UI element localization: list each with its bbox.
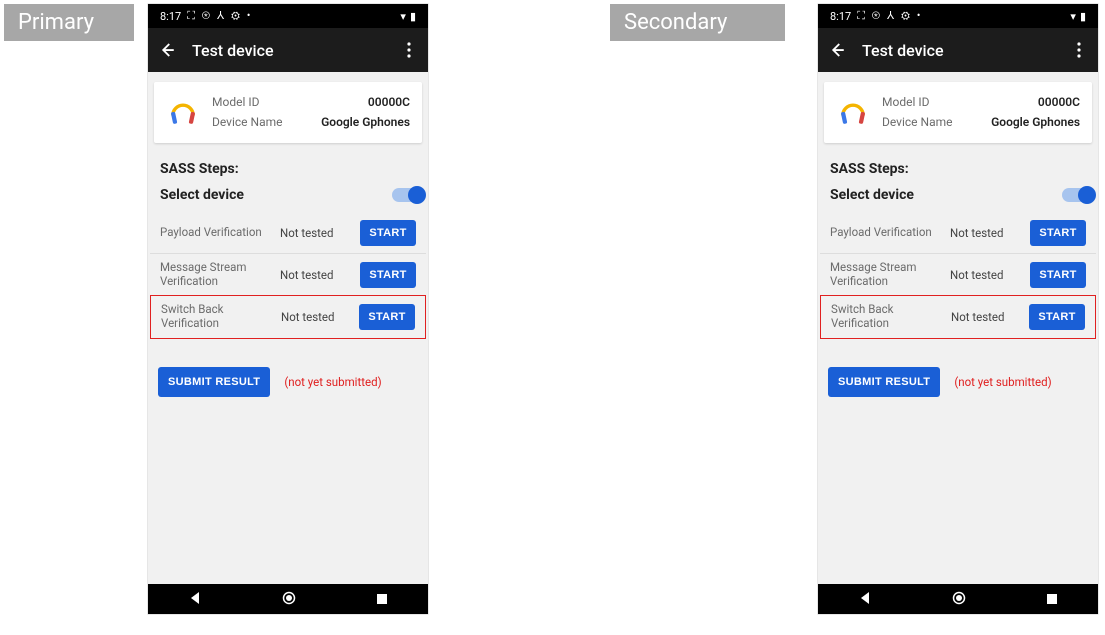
device-info-card: Model ID Device Name 00000C Google Gphon… xyxy=(154,82,422,143)
overflow-menu-icon[interactable] xyxy=(1070,42,1088,58)
nav-home-icon[interactable] xyxy=(952,590,966,609)
start-button-msgstream[interactable]: START xyxy=(1030,262,1086,288)
test-row-msgstream: Message Stream Verification Not tested S… xyxy=(820,253,1096,296)
status-time: 8:17 xyxy=(160,10,181,23)
appbar-title: Test device xyxy=(192,41,384,60)
nav-back-icon[interactable] xyxy=(188,590,202,609)
test-name: Switch Back Verification xyxy=(831,303,951,331)
start-button-payload[interactable]: START xyxy=(360,220,416,246)
submit-status: (not yet submitted) xyxy=(954,375,1051,389)
status-bar: 8:17 ⛶ ⊛ ⅄ ⚙ • ▾ ▮ xyxy=(818,4,1098,28)
label-secondary: Secondary xyxy=(610,4,785,41)
nav-back-icon[interactable] xyxy=(858,590,872,609)
test-row-payload: Payload Verification Not tested START xyxy=(150,213,426,253)
back-arrow-icon[interactable] xyxy=(158,41,176,59)
sass-steps-title: SASS Steps: xyxy=(148,153,428,181)
model-id-label: Model ID xyxy=(882,92,991,112)
test-name: Message Stream Verification xyxy=(830,261,950,289)
device-name-value: Google Gphones xyxy=(991,112,1080,132)
test-status: Not tested xyxy=(281,310,359,324)
nav-recent-icon[interactable] xyxy=(376,590,388,609)
overflow-menu-icon[interactable] xyxy=(400,42,418,58)
submit-result-button[interactable]: SUBMIT RESULT xyxy=(158,367,270,397)
select-device-label: Select device xyxy=(160,187,244,203)
test-status: Not tested xyxy=(280,268,360,282)
submit-result-button[interactable]: SUBMIT RESULT xyxy=(828,367,940,397)
model-id-label: Model ID xyxy=(212,92,321,112)
status-icons-left: ⛶ ⊛ ⅄ ⚙ • xyxy=(857,9,922,23)
battery-icon: ▮ xyxy=(410,10,416,23)
appbar-title: Test device xyxy=(862,41,1054,60)
select-device-label: Select device xyxy=(830,187,914,203)
start-button-switchback[interactable]: START xyxy=(1029,304,1085,330)
test-status: Not tested xyxy=(280,226,360,240)
start-button-switchback[interactable]: START xyxy=(359,304,415,330)
test-row-payload: Payload Verification Not tested START xyxy=(820,213,1096,253)
headphones-icon xyxy=(166,95,200,129)
test-row-switchback: Switch Back Verification Not tested STAR… xyxy=(820,295,1096,339)
device-info-card: Model ID Device Name 00000C Google Gphon… xyxy=(824,82,1092,143)
sass-steps-title: SASS Steps: xyxy=(818,153,1098,181)
phone-secondary: 8:17 ⛶ ⊛ ⅄ ⚙ • ▾ ▮ Test device Model ID … xyxy=(818,4,1098,614)
test-status: Not tested xyxy=(951,310,1029,324)
model-id-value: 00000C xyxy=(321,92,410,112)
status-time: 8:17 xyxy=(830,10,851,23)
nav-home-icon[interactable] xyxy=(282,590,296,609)
select-device-toggle[interactable] xyxy=(392,188,422,202)
start-button-payload[interactable]: START xyxy=(1030,220,1086,246)
select-device-toggle[interactable] xyxy=(1062,188,1092,202)
wifi-icon: ▾ xyxy=(400,10,406,23)
label-primary: Primary xyxy=(4,4,134,41)
nav-recent-icon[interactable] xyxy=(1046,590,1058,609)
test-name: Payload Verification xyxy=(830,226,950,240)
android-nav-bar xyxy=(818,584,1098,614)
device-name-label: Device Name xyxy=(882,112,991,132)
test-name: Message Stream Verification xyxy=(160,261,280,289)
submit-status: (not yet submitted) xyxy=(284,375,381,389)
test-name: Payload Verification xyxy=(160,226,280,240)
battery-icon: ▮ xyxy=(1080,10,1086,23)
app-bar: Test device xyxy=(818,28,1098,72)
app-bar: Test device xyxy=(148,28,428,72)
device-name-label: Device Name xyxy=(212,112,321,132)
device-name-value: Google Gphones xyxy=(321,112,410,132)
model-id-value: 00000C xyxy=(991,92,1080,112)
android-nav-bar xyxy=(148,584,428,614)
status-bar: 8:17 ⛶ ⊛ ⅄ ⚙ • ▾ ▮ xyxy=(148,4,428,28)
wifi-icon: ▾ xyxy=(1070,10,1076,23)
status-icons-left: ⛶ ⊛ ⅄ ⚙ • xyxy=(187,9,252,23)
phone-primary: 8:17 ⛶ ⊛ ⅄ ⚙ • ▾ ▮ Test device Model ID … xyxy=(148,4,428,614)
start-button-msgstream[interactable]: START xyxy=(360,262,416,288)
test-row-msgstream: Message Stream Verification Not tested S… xyxy=(150,253,426,296)
test-status: Not tested xyxy=(950,226,1030,240)
test-row-switchback: Switch Back Verification Not tested STAR… xyxy=(150,295,426,339)
test-name: Switch Back Verification xyxy=(161,303,281,331)
back-arrow-icon[interactable] xyxy=(828,41,846,59)
headphones-icon xyxy=(836,95,870,129)
test-status: Not tested xyxy=(950,268,1030,282)
